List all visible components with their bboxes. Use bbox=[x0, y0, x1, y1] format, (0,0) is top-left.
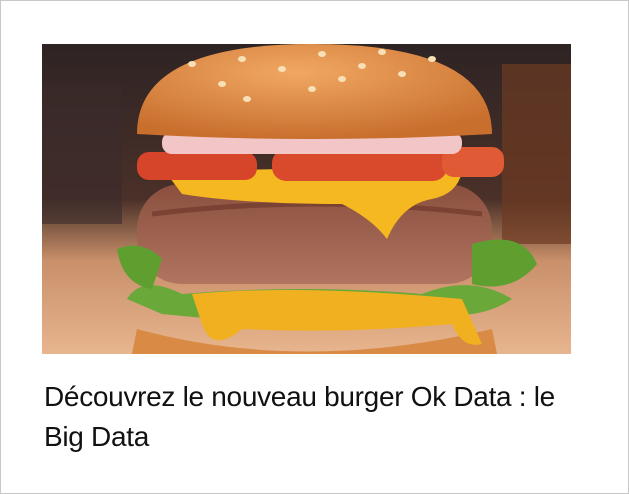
burger-image[interactable] bbox=[42, 44, 571, 354]
article-card[interactable]: Découvrez le nouveau burger Ok Data : le… bbox=[0, 0, 629, 494]
article-title[interactable]: Découvrez le nouveau burger Ok Data : le… bbox=[44, 377, 564, 457]
